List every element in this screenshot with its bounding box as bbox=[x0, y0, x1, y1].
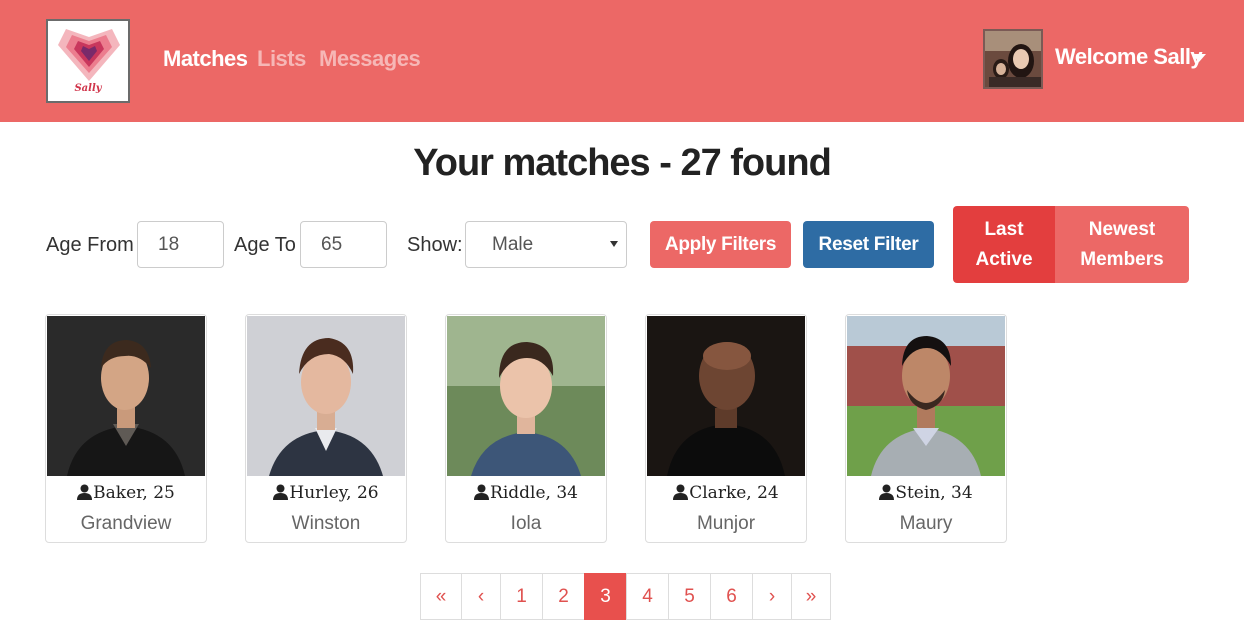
navbar: Sally Matches Lists Messages Welcome Sal… bbox=[0, 0, 1244, 122]
match-city: Munjor bbox=[696, 513, 756, 534]
match-photo[interactable] bbox=[647, 316, 805, 476]
match-city: Grandview bbox=[80, 513, 172, 534]
page-3-current[interactable]: 3 bbox=[584, 573, 627, 620]
match-card[interactable]: Riddle, 34 Iola bbox=[445, 314, 607, 543]
match-name-text: Baker, 25 bbox=[93, 483, 175, 503]
match-photo[interactable] bbox=[47, 316, 205, 476]
nav-lists[interactable]: Lists bbox=[257, 46, 306, 72]
match-name-text: Stein, 34 bbox=[895, 483, 973, 503]
match-name: Clarke, 24 bbox=[646, 483, 806, 503]
age-from-input[interactable] bbox=[137, 221, 224, 268]
person-photo-icon bbox=[447, 316, 605, 476]
page-6[interactable]: 6 bbox=[710, 573, 753, 620]
match-city: Winston bbox=[291, 513, 361, 534]
user-icon bbox=[673, 484, 689, 500]
match-name: Baker, 25 bbox=[46, 483, 206, 503]
person-photo-icon bbox=[247, 316, 405, 476]
match-card[interactable]: Clarke, 24 Munjor bbox=[645, 314, 807, 543]
page-last[interactable]: » bbox=[791, 573, 831, 620]
page-4[interactable]: 4 bbox=[626, 573, 669, 620]
age-from-label: Age From bbox=[46, 234, 134, 256]
gender-select[interactable]: Male bbox=[465, 221, 627, 268]
caret-down-icon[interactable] bbox=[1192, 54, 1206, 62]
select-caret-icon bbox=[610, 241, 618, 247]
sort-button-group: Last Active Newest Members bbox=[953, 206, 1189, 283]
page-prev[interactable]: ‹ bbox=[461, 573, 501, 620]
match-card[interactable]: Stein, 34 Maury bbox=[845, 314, 1007, 543]
user-icon bbox=[273, 484, 289, 500]
match-name-text: Clarke, 24 bbox=[689, 483, 779, 503]
sort-newest-members-button[interactable]: Newest Members bbox=[1055, 206, 1189, 283]
sort-newest-members-line2: Members bbox=[1080, 249, 1164, 270]
apply-filters-button[interactable]: Apply Filters bbox=[650, 221, 791, 268]
page-2[interactable]: 2 bbox=[542, 573, 585, 620]
match-photo[interactable] bbox=[247, 316, 405, 476]
person-photo-icon bbox=[647, 316, 805, 476]
user-avatar[interactable] bbox=[983, 29, 1043, 89]
match-card[interactable]: Hurley, 26 Winston bbox=[245, 314, 407, 543]
page-first[interactable]: « bbox=[420, 573, 462, 620]
person-photo-icon bbox=[847, 316, 1005, 476]
match-city: Iola bbox=[510, 513, 542, 534]
page-1[interactable]: 1 bbox=[500, 573, 543, 620]
reset-filter-button[interactable]: Reset Filter bbox=[803, 221, 934, 268]
gender-select-value: Male bbox=[492, 234, 534, 255]
nav-messages[interactable]: Messages bbox=[319, 46, 421, 72]
page-5[interactable]: 5 bbox=[668, 573, 711, 620]
match-name-text: Hurley, 26 bbox=[289, 483, 379, 503]
brand-text: Sally bbox=[74, 83, 102, 94]
page-next[interactable]: › bbox=[752, 573, 792, 620]
age-to-input[interactable] bbox=[300, 221, 387, 268]
sort-last-active-line1: Last bbox=[984, 219, 1024, 240]
match-photo[interactable] bbox=[447, 316, 605, 476]
nav-matches[interactable]: Matches bbox=[163, 46, 248, 72]
welcome-dropdown[interactable]: Welcome Sally bbox=[1055, 44, 1203, 70]
match-name: Hurley, 26 bbox=[246, 483, 406, 503]
person-photo-icon bbox=[47, 316, 205, 476]
user-photo-icon bbox=[985, 31, 1041, 87]
match-card[interactable]: Baker, 25 Grandview bbox=[45, 314, 207, 543]
match-city: Maury bbox=[899, 513, 953, 534]
match-photo[interactable] bbox=[847, 316, 1005, 476]
user-icon bbox=[77, 484, 93, 500]
sort-newest-members-line1: Newest bbox=[1088, 219, 1156, 240]
match-name-text: Riddle, 34 bbox=[490, 483, 578, 503]
show-label: Show: bbox=[407, 234, 463, 256]
match-name: Stein, 34 bbox=[846, 483, 1006, 503]
page-title: Your matches - 27 found bbox=[413, 142, 832, 184]
match-name: Riddle, 34 bbox=[446, 483, 606, 503]
heart-logo-icon bbox=[58, 29, 120, 81]
age-to-label: Age To bbox=[234, 234, 296, 256]
sort-last-active-button[interactable]: Last Active bbox=[953, 206, 1055, 283]
user-icon bbox=[879, 484, 895, 500]
user-icon bbox=[474, 484, 490, 500]
brand-logo[interactable]: Sally bbox=[46, 19, 130, 103]
sort-last-active-line2: Active bbox=[975, 249, 1033, 270]
